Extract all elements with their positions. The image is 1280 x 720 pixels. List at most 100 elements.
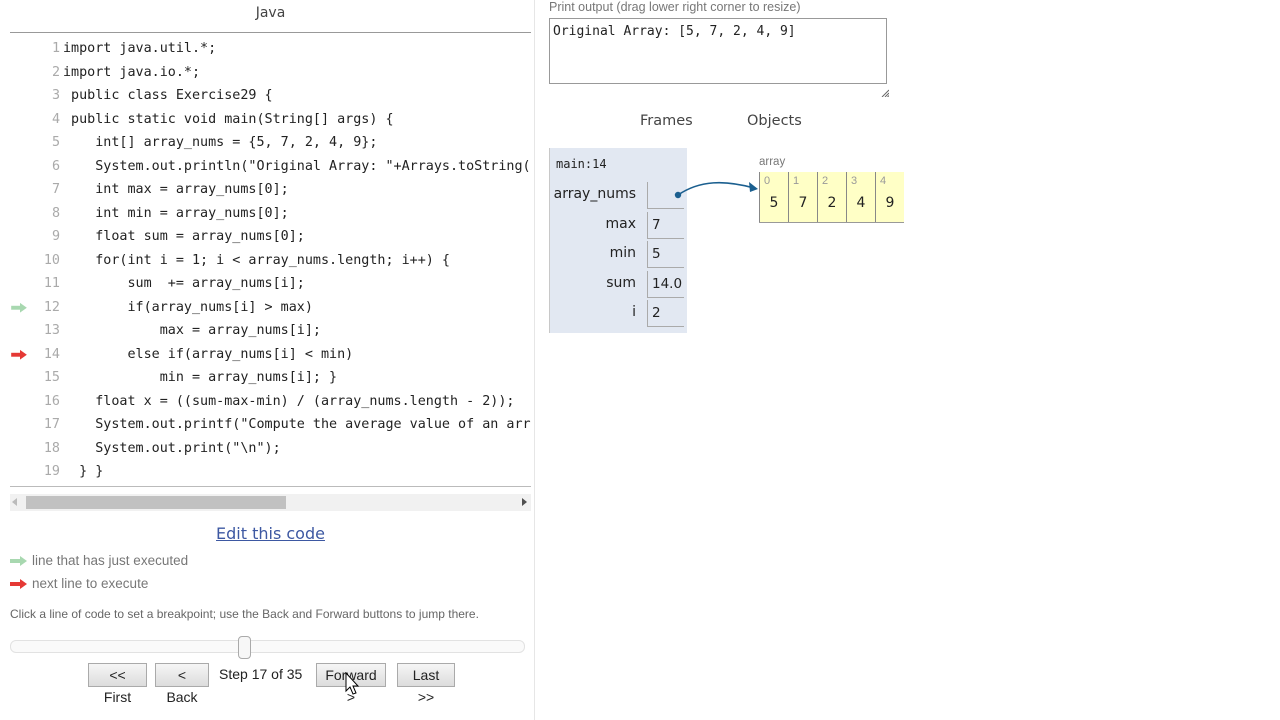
- frame-variable: array_nums: [550, 182, 687, 210]
- back-button[interactable]: < Back: [155, 663, 209, 705]
- line-number[interactable]: 2: [24, 61, 60, 85]
- array-cell: 34: [846, 172, 875, 222]
- print-output-label: Print output (drag lower right corner to…: [549, 0, 801, 14]
- scroll-right-icon[interactable]: [522, 498, 527, 506]
- line-number[interactable]: 17: [24, 413, 60, 437]
- code-text: System.out.print("\n");: [63, 440, 281, 456]
- code-line[interactable]: 8 int min = array_nums[0];: [10, 202, 531, 226]
- line-number[interactable]: 16: [24, 390, 60, 414]
- mouse-cursor-icon: [345, 672, 360, 695]
- legend-next: next line to execute: [10, 576, 148, 591]
- variable-value: 14.0: [647, 270, 684, 298]
- frame-variable: max 7: [550, 211, 687, 240]
- code-editor[interactable]: 1 import java.util.*; 2 import java.io.*; 3 …: [10, 37, 531, 485]
- code-divider: [10, 32, 531, 33]
- code-text: public static void main(String[] args) {: [63, 111, 394, 127]
- code-text: min = array_nums[i]; }: [63, 370, 338, 385]
- code-line[interactable]: 10 for(int i = 1; i < array_nums.length;…: [10, 249, 531, 273]
- line-number[interactable]: 10: [24, 249, 60, 273]
- code-text: int max = array_nums[0];: [63, 182, 289, 197]
- code-line[interactable]: 7 int max = array_nums[0];: [10, 178, 531, 202]
- array-cell: 17: [788, 172, 817, 222]
- array-index: 1: [793, 175, 800, 187]
- legend-executed: line that has just executed: [10, 553, 188, 568]
- line-number[interactable]: 5: [24, 131, 60, 155]
- code-line[interactable]: 15 min = array_nums[i]; }: [10, 366, 531, 390]
- line-number[interactable]: 8: [24, 202, 60, 226]
- code-line[interactable]: 11 sum += array_nums[i];: [10, 272, 531, 296]
- array-object: 0517223449: [759, 172, 904, 223]
- horizontal-scrollbar[interactable]: [10, 494, 531, 511]
- last-button[interactable]: Last >>: [397, 663, 455, 705]
- pointer-arrow: [674, 181, 758, 199]
- variable-name: max: [605, 215, 636, 232]
- array-value: 7: [798, 195, 808, 211]
- code-text: import java.io.*;: [63, 64, 201, 80]
- code-line[interactable]: 19 } }: [10, 460, 531, 484]
- legend-next-label: next line to execute: [32, 576, 149, 591]
- scrollbar-thumb[interactable]: [26, 496, 286, 509]
- line-number[interactable]: 9: [24, 225, 60, 249]
- step-counter: Step 17 of 35: [219, 666, 303, 682]
- array-index: 4: [880, 175, 887, 187]
- code-line[interactable]: 12 if(array_nums[i] > max): [10, 296, 531, 320]
- code-text: else if(array_nums[i] < min): [63, 346, 354, 362]
- variable-value: 5: [647, 241, 684, 268]
- scroll-left-icon[interactable]: [12, 498, 17, 506]
- variable-value: 7: [647, 211, 684, 239]
- code-line[interactable]: 3 public class Exercise29 {: [10, 84, 531, 108]
- step-slider-handle[interactable]: [238, 636, 252, 659]
- step-slider[interactable]: [10, 640, 525, 653]
- code-text: int[] array_nums = {5, 7, 2, 4, 9};: [63, 135, 378, 150]
- code-line[interactable]: 6 System.out.println("Original Array: "+…: [10, 155, 531, 179]
- code-line[interactable]: 9 float sum = array_nums[0];: [10, 225, 531, 249]
- code-line[interactable]: 5 int[] array_nums = {5, 7, 2, 4, 9};: [10, 131, 531, 155]
- code-text: public class Exercise29 {: [63, 88, 273, 103]
- line-number[interactable]: 14: [24, 343, 60, 367]
- executed-arrow-icon: [10, 555, 27, 566]
- code-text: System.out.printf("Compute the average v…: [63, 417, 531, 432]
- resize-grip-icon[interactable]: [881, 89, 889, 97]
- frame-variable: min 5: [550, 241, 687, 269]
- line-number[interactable]: 11: [24, 272, 60, 296]
- line-number[interactable]: 1: [24, 37, 60, 61]
- line-number[interactable]: 12: [24, 296, 60, 320]
- next-arrow-icon: [10, 578, 27, 589]
- code-text: for(int i = 1; i < array_nums.length; i+…: [63, 252, 450, 268]
- array-value: 4: [856, 195, 866, 211]
- code-text: sum += array_nums[i];: [63, 276, 305, 291]
- variable-value: 2: [647, 300, 684, 327]
- edit-code-link[interactable]: Edit this code: [10, 524, 531, 543]
- line-number[interactable]: 15: [24, 366, 60, 390]
- array-label: array: [759, 156, 786, 168]
- line-number[interactable]: 4: [24, 108, 60, 132]
- line-number[interactable]: 7: [24, 178, 60, 202]
- breakpoint-hint: Click a line of code to set a breakpoint…: [10, 607, 479, 621]
- code-text: float x = ((sum-max-min) / (array_nums.l…: [63, 393, 515, 409]
- code-line[interactable]: 18 System.out.print("\n");: [10, 437, 531, 461]
- code-line[interactable]: 16 float x = ((sum-max-min) / (array_num…: [10, 390, 531, 414]
- line-number[interactable]: 6: [24, 155, 60, 179]
- line-number[interactable]: 3: [24, 84, 60, 108]
- line-number[interactable]: 13: [24, 319, 60, 343]
- legend-executed-label: line that has just executed: [32, 553, 189, 568]
- code-line[interactable]: 2 import java.io.*;: [10, 61, 531, 85]
- frame-variable: i2: [550, 300, 687, 328]
- line-number[interactable]: 19: [24, 460, 60, 484]
- variable-name: i: [632, 304, 636, 320]
- code-line[interactable]: 17 System.out.printf("Compute the averag…: [10, 413, 531, 437]
- code-line[interactable]: 14 else if(array_nums[i] < min): [10, 343, 531, 367]
- code-text: int min = array_nums[0];: [63, 205, 289, 221]
- stack-frame: main:14 array_nums max 7 min 5 sum 14.0 i 2: [549, 148, 687, 333]
- array-index: 2: [822, 175, 829, 187]
- frame-name: main:14: [556, 157, 607, 171]
- line-number[interactable]: 18: [24, 437, 60, 461]
- code-line[interactable]: 13 max = array_nums[i];: [10, 319, 531, 343]
- pointer-line: [677, 181, 755, 196]
- code-line[interactable]: 1 import java.util.*;: [10, 37, 531, 61]
- print-output-box[interactable]: Original Array: [5, 7, 2, 4, 9]: [549, 18, 887, 84]
- variable-name: min: [609, 245, 636, 261]
- first-button[interactable]: << First: [88, 663, 147, 705]
- code-line[interactable]: 4 public static void main(String[] args)…: [10, 108, 531, 132]
- objects-header: Objects: [747, 113, 802, 129]
